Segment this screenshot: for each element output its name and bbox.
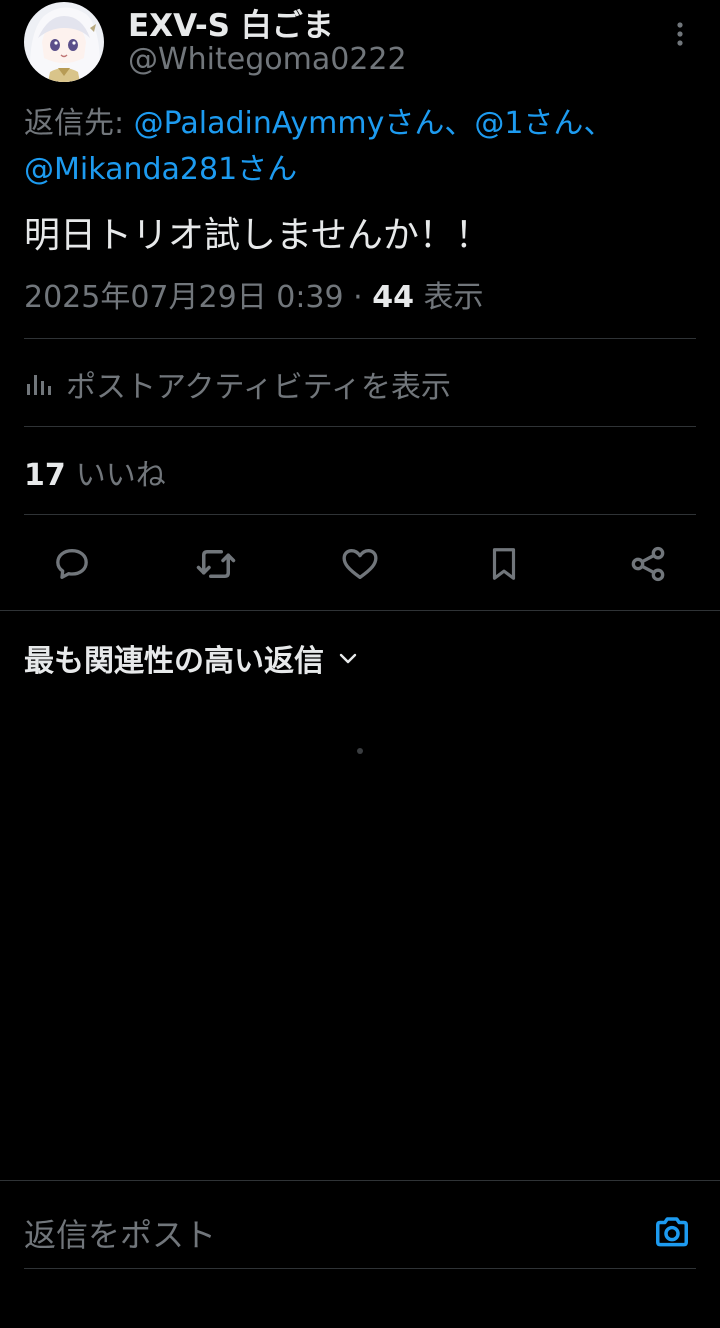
replies-sort-dropdown[interactable]: 最も関連性の高い返信 [24,636,360,680]
user-handle[interactable]: @Whitegoma0222 [128,42,407,77]
repost-button[interactable] [194,542,238,586]
camera-icon [656,1217,688,1247]
tweet-header: EXV-S 白ごま @Whitegoma0222 [0,0,720,90]
chevron-down-icon [336,646,360,670]
tweet-timestamp[interactable]: 2025年07月29日 0:39 [24,280,344,315]
bookmark-button[interactable] [482,542,526,586]
camera-button[interactable] [650,1210,694,1254]
replying-to-label: 返信先: [24,106,134,141]
more-options-button[interactable] [664,18,696,50]
likes-count: 17 [24,458,66,493]
divider [0,1180,720,1181]
avatar[interactable] [24,2,104,82]
reply-input[interactable]: 返信をポスト [24,1210,216,1256]
mention-separator: 、 [444,106,475,141]
divider [0,610,720,611]
mention-link[interactable]: @1さん [474,106,583,141]
tweet-meta: 2025年07月29日 0:39 · 44 表示 [24,272,484,316]
post-activity-label: ポストアクティビティを表示 [66,370,451,405]
replying-to: 返信先: @PaladinAymmyさん、@1さん、 @Mikanda281さん [24,101,696,193]
more-vertical-icon [677,22,683,46]
views-count: 44 [372,280,414,315]
views-label: 表示 [413,280,484,315]
divider [24,514,696,515]
reply-icon [56,549,88,579]
reply-button[interactable] [50,542,94,586]
mention-link[interactable]: @Mikanda281さん [24,152,297,187]
share-button[interactable] [626,542,670,586]
mention-link[interactable]: @PaladinAymmyさん [134,106,445,141]
replies-sort-label: 最も関連性の高い返信 [24,644,324,679]
post-activity-link[interactable]: ポストアクティビティを表示 [24,362,451,406]
meta-separator: · [343,280,373,315]
divider [24,426,696,427]
likes-summary[interactable]: 17 いいね [24,450,166,494]
likes-label: いいね [75,458,166,493]
loading-indicator [357,748,363,754]
repost-icon [196,550,236,578]
bar-chart-icon [24,370,54,398]
share-icon [631,546,665,582]
composer-underline [24,1268,696,1269]
heart-icon [342,549,378,579]
like-button[interactable] [338,542,382,586]
display-name[interactable]: EXV-S 白ごま [128,0,334,45]
bookmark-icon [492,548,516,580]
mention-separator: 、 [583,106,614,141]
tweet-text: 明日トリオ試しませんか！！ [24,215,491,256]
divider [24,338,696,339]
